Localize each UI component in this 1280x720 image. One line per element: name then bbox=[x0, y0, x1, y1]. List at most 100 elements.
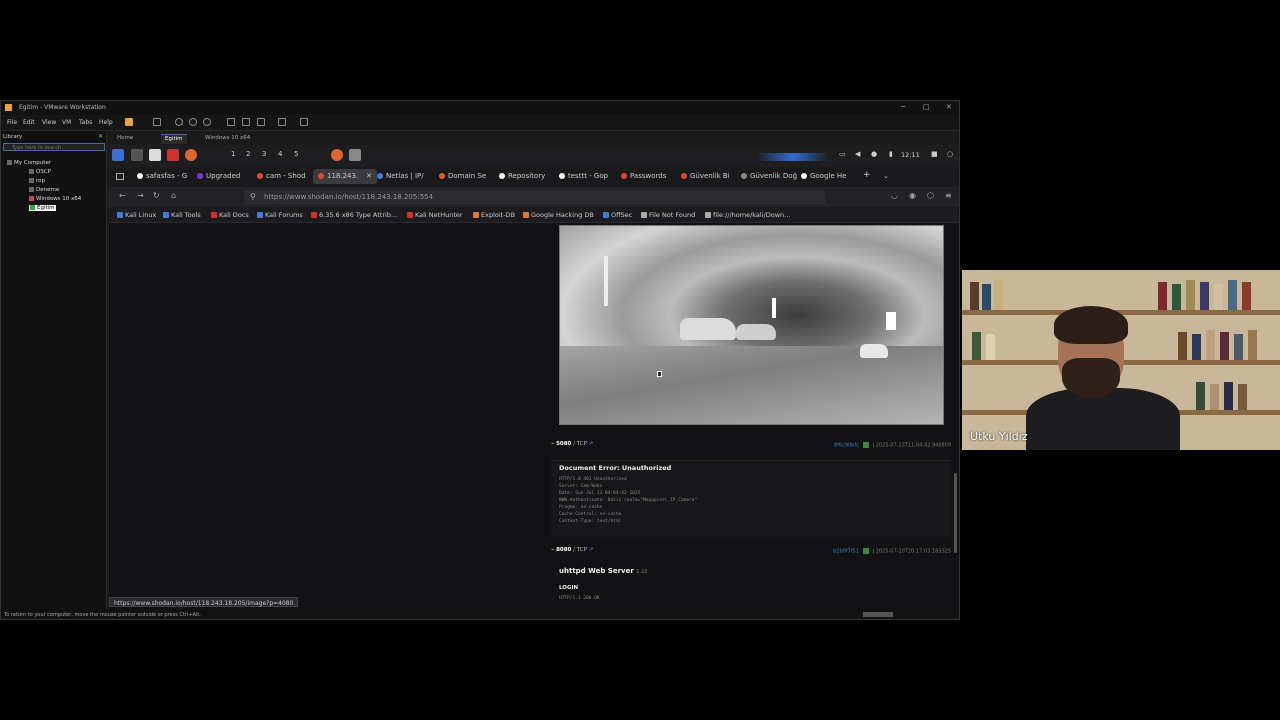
library-item-oscp[interactable]: OSCP bbox=[29, 169, 51, 175]
tab-close-icon[interactable]: ✕ bbox=[366, 172, 372, 180]
firefox-icon[interactable] bbox=[185, 149, 197, 161]
menu-vm[interactable]: VM bbox=[62, 119, 71, 126]
tab-testtt[interactable]: testtt - Gop bbox=[559, 172, 608, 180]
url-bar[interactable]: ⚲ https://www.shodan.io/host/118.243.18.… bbox=[244, 190, 826, 204]
menu-file[interactable]: File bbox=[7, 119, 17, 126]
bookmark-kali-docs[interactable]: Kali Docs bbox=[211, 211, 249, 219]
manage-snapshots-icon[interactable] bbox=[203, 118, 211, 126]
lock-icon[interactable]: ■ bbox=[931, 150, 938, 158]
tab-guvenlik-2[interactable]: Güvenlik Doğ bbox=[741, 172, 797, 180]
tab-google-he[interactable]: Google He bbox=[801, 172, 846, 180]
port-tag[interactable]: b2b0f7f51 bbox=[833, 549, 859, 555]
menu-icon[interactable]: ≡ bbox=[945, 191, 952, 200]
menu-help[interactable]: Help bbox=[99, 119, 113, 126]
tab-118-243[interactable]: 118.243. ✕ bbox=[313, 169, 378, 184]
library-item-my-computer[interactable]: My Computer bbox=[7, 160, 51, 166]
bookmark-kali-tools[interactable]: Kali Tools bbox=[163, 211, 201, 219]
library-item-rop[interactable]: rop bbox=[29, 178, 45, 184]
tab-domain-search[interactable]: Domain Se bbox=[439, 172, 486, 180]
stretch-icon[interactable] bbox=[300, 118, 308, 126]
power-icon[interactable]: ○ bbox=[947, 150, 953, 158]
menu-tabs[interactable]: Tabs bbox=[79, 119, 92, 126]
tab-windows10[interactable]: Windows 10 x64 bbox=[201, 134, 254, 144]
tab-safasfas[interactable]: safasfas - G bbox=[137, 172, 187, 180]
tab-upgraded[interactable]: Upgraded bbox=[197, 172, 240, 180]
workspace-5[interactable]: 5 bbox=[294, 150, 298, 158]
bookmark-file-downloads[interactable]: file:///home/kali/Down... bbox=[705, 211, 790, 219]
workspace-1[interactable]: 1 bbox=[231, 150, 235, 158]
file-manager-icon[interactable] bbox=[149, 149, 161, 161]
tab-netlas[interactable]: Netlas | IP/ bbox=[377, 172, 424, 180]
account-icon[interactable]: ◉ bbox=[909, 191, 916, 200]
close-icon[interactable]: ✕ bbox=[946, 103, 952, 111]
bookmark-type-attrib[interactable]: 6.35.6 x86 Type Attrib... bbox=[311, 211, 397, 219]
new-tab-icon[interactable]: + bbox=[863, 170, 871, 180]
guest-screen[interactable]: 1 2 3 4 5 ▭ ◀ ● ▮ 12:11 ■ ○ safasfas - G… bbox=[109, 145, 959, 610]
minimize-icon[interactable]: ─ bbox=[901, 103, 905, 111]
extensions-icon[interactable]: ⬡ bbox=[927, 191, 934, 200]
monitor-icon[interactable]: ▭ bbox=[839, 150, 846, 158]
library-search-input[interactable]: Type here to search bbox=[3, 143, 105, 151]
tab-overview-icon[interactable] bbox=[116, 173, 124, 180]
library-search-placeholder: Type here to search bbox=[12, 145, 62, 151]
library-item-egitim[interactable]: Egitim bbox=[29, 205, 56, 211]
firefox-task-icon[interactable] bbox=[331, 149, 343, 161]
battery-icon[interactable]: ▮ bbox=[889, 150, 893, 158]
bookmark-offsec[interactable]: OffSec bbox=[603, 211, 632, 219]
fullscreen-icon[interactable] bbox=[257, 118, 265, 126]
tab-label: safasfas - G bbox=[146, 172, 188, 180]
menu-edit[interactable]: Edit bbox=[23, 119, 35, 126]
bookmark-exploit-db[interactable]: Exploit-DB bbox=[473, 211, 515, 219]
page-scrollbar[interactable] bbox=[954, 473, 957, 553]
tab-label: Passwords bbox=[630, 172, 667, 180]
library-item-deneme[interactable]: Deneme bbox=[29, 187, 59, 193]
thumbnail-icon[interactable] bbox=[242, 118, 250, 126]
port-tag[interactable]: 8f6c90bfc bbox=[834, 443, 859, 449]
send-keys-icon[interactable] bbox=[153, 118, 161, 126]
bookmark-ghdb[interactable]: Google Hacking DB bbox=[523, 211, 594, 219]
tab-cam-shodan[interactable]: cam - Shod bbox=[257, 172, 306, 180]
tab-home[interactable]: Home bbox=[113, 134, 137, 144]
home-icon[interactable]: ⌂ bbox=[171, 191, 176, 200]
tab-egitim[interactable]: Egitim bbox=[161, 134, 187, 144]
tab-repository[interactable]: Repository bbox=[499, 172, 545, 180]
bookmark-kali-forums[interactable]: Kali Forums bbox=[257, 211, 303, 219]
console-view-icon[interactable] bbox=[278, 118, 286, 126]
revert-icon[interactable] bbox=[189, 118, 197, 126]
workspace-3[interactable]: 3 bbox=[262, 150, 266, 158]
maximize-icon[interactable]: □ bbox=[923, 103, 930, 111]
status-badge bbox=[863, 442, 870, 448]
forward-icon[interactable]: → bbox=[137, 191, 144, 200]
notification-icon[interactable]: ● bbox=[871, 150, 877, 158]
tab-list-icon[interactable]: ⌄ bbox=[883, 172, 889, 180]
kali-menu-icon[interactable] bbox=[112, 149, 124, 161]
desktop: Egitim - VMware Workstation ─ □ ✕ File E… bbox=[0, 0, 1280, 720]
workspace-2[interactable]: 2 bbox=[246, 150, 250, 158]
tab-passwords[interactable]: Passwords bbox=[621, 172, 666, 180]
reload-icon[interactable]: ↻ bbox=[153, 191, 160, 200]
volume-icon[interactable]: ◀ bbox=[855, 150, 860, 158]
window-task-icon[interactable] bbox=[349, 149, 361, 161]
back-icon[interactable]: ← bbox=[119, 191, 126, 200]
menu-view[interactable]: View bbox=[42, 119, 56, 126]
port-number: 8080 bbox=[556, 547, 572, 553]
bookmark-file-not-found[interactable]: File Not Found bbox=[641, 211, 695, 219]
library-item-windows10[interactable]: Windows 10 x64 bbox=[29, 196, 81, 202]
desktop-icon[interactable] bbox=[131, 149, 143, 161]
suspend-icon[interactable] bbox=[125, 118, 133, 126]
library-close-icon[interactable]: ✕ bbox=[98, 133, 103, 140]
camera-screenshot-image[interactable] bbox=[559, 225, 944, 425]
show-library-icon[interactable] bbox=[227, 118, 235, 126]
external-link-icon[interactable]: ↗ bbox=[589, 441, 594, 447]
bookmark-kali-linux[interactable]: Kali Linux bbox=[117, 211, 156, 219]
tab-label: testtt - Gop bbox=[568, 172, 609, 180]
tab-guvenlik-1[interactable]: Güvenlik Bi bbox=[681, 172, 730, 180]
snapshot-icon[interactable] bbox=[175, 118, 183, 126]
terminal-icon[interactable] bbox=[167, 149, 179, 161]
devices-icon[interactable] bbox=[863, 612, 893, 617]
bookmark-nethunter[interactable]: Kali NetHunter bbox=[407, 211, 463, 219]
workspace-4[interactable]: 4 bbox=[278, 150, 282, 158]
pocket-icon[interactable]: ◡ bbox=[891, 191, 898, 200]
clock[interactable]: 12:11 bbox=[901, 151, 920, 159]
external-link-icon[interactable]: ↗ bbox=[589, 547, 594, 553]
